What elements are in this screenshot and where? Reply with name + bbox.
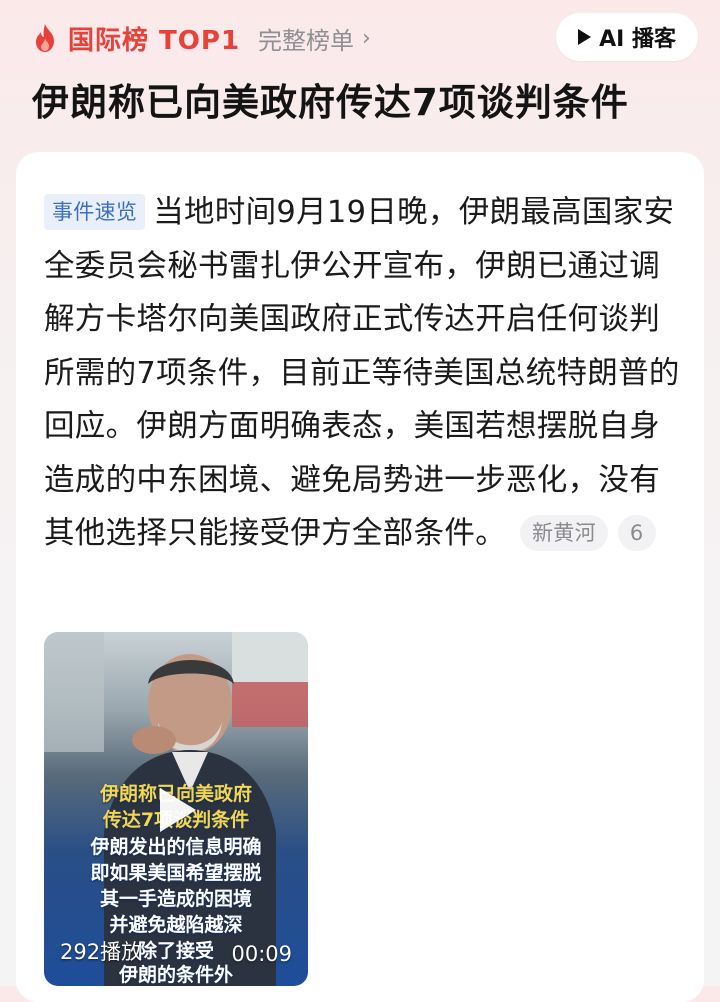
video-caption-line: 伊朗的条件外 <box>118 964 233 986</box>
video-caption-line: 其一手造成的困境 <box>99 888 252 910</box>
article-card: 事件速览 当地时间9月19日晚，伊朗最高国家安全委员会秘书雷扎伊公开宣布，伊朗已通… <box>16 152 704 1002</box>
rank-label: 国际榜 TOP1 <box>68 25 241 56</box>
page-title: 伊朗称已向美政府传达7项谈判条件 <box>32 81 629 124</box>
chevron-right-icon: › <box>362 25 371 51</box>
ai-podcast-label: AI 播客 <box>599 27 676 52</box>
article-body: 事件速览 当地时间9月19日晚，伊朗最高国家安全委员会秘书雷扎伊公开宣布，伊朗已通… <box>44 186 684 561</box>
play-icon[interactable] <box>154 784 200 836</box>
play-icon <box>578 29 592 45</box>
event-summary-tag: 事件速览 <box>44 194 146 230</box>
video-caption-line: 伊朗发出的信息明确 <box>90 836 262 858</box>
video-thumbnail[interactable]: 伊朗称已向美政府 传达7项谈判条件 伊朗发出的信息明确 即如果美国希望摆脱 其一… <box>44 632 308 986</box>
full-list-link[interactable]: 完整榜单 › <box>258 21 371 56</box>
ranking-header: 国际榜 TOP1 完整榜单 › <box>32 18 371 58</box>
source-count-badge[interactable]: 6 <box>617 515 656 551</box>
flame-icon <box>36 24 54 52</box>
play-count: 292播放 <box>60 940 143 964</box>
video-caption-line: 并避免越陷越深 <box>109 914 243 936</box>
source-chip[interactable]: 新黄河 <box>520 515 608 551</box>
video-caption-line: 即如果美国希望摆脱 <box>90 862 262 884</box>
full-list-label: 完整榜单 <box>258 26 355 55</box>
video-duration: 00:09 <box>231 942 292 966</box>
article-text: 当地时间9月19日晚，伊朗最高国家安全委员会秘书雷扎伊公开宣布，伊朗已通过调解方… <box>44 195 680 551</box>
ai-podcast-button[interactable]: AI 播客 <box>556 13 698 61</box>
